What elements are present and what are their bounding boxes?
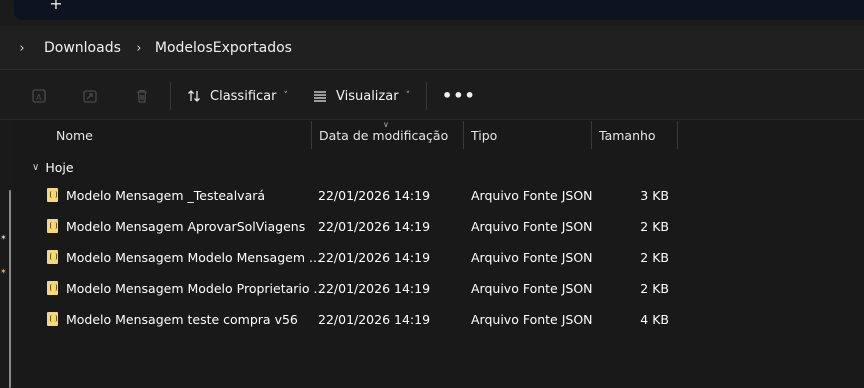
file-date: 22/01/2026 14:19 (318, 219, 431, 234)
file-type: Arquivo Fonte JSON (471, 312, 593, 327)
column-separator[interactable] (591, 121, 592, 149)
file-name: Modelo Mensagem Modelo Proprietario ... (66, 281, 326, 296)
file-date: 22/01/2026 14:19 (318, 281, 431, 296)
breadcrumb-item-current[interactable]: ModelosExportados (155, 40, 292, 56)
address-bar[interactable]: › Downloads › ModelosExportados (0, 26, 864, 70)
toolbar-divider (170, 82, 171, 110)
file-size: 3 KB (640, 188, 669, 203)
command-bar: A Classificar ˅ Visualizar ˅ ••• (0, 70, 864, 120)
column-header-name[interactable]: Nome (56, 121, 93, 151)
column-separator[interactable] (463, 121, 464, 149)
view-label: Visualizar (336, 88, 399, 104)
table-row[interactable]: Modelo Mensagem teste compra v56 22/01/2… (14, 304, 864, 335)
svg-text:A: A (36, 93, 42, 102)
column-header-date[interactable]: Data de modificação (319, 121, 448, 151)
sort-button[interactable]: Classificar ˅ (186, 86, 288, 106)
file-type: Arquivo Fonte JSON (471, 281, 593, 296)
json-file-icon (47, 219, 58, 233)
file-size: 2 KB (640, 281, 669, 296)
file-list: Nome ∨ Data de modificação Tipo Tamanho … (14, 121, 864, 388)
nav-item-icon[interactable]: ✶ (0, 267, 8, 276)
column-separator[interactable] (311, 121, 312, 149)
table-row[interactable]: Modelo Mensagem Modelo Mensagem ... 22/0… (14, 242, 864, 273)
chevron-right-icon[interactable]: › (14, 41, 30, 56)
nav-scrollbar[interactable] (9, 190, 11, 388)
file-size: 4 KB (640, 312, 669, 327)
file-date: 22/01/2026 14:19 (318, 250, 431, 265)
share-icon[interactable] (81, 87, 99, 105)
chevron-right-icon[interactable]: › (131, 41, 147, 56)
more-options-button[interactable]: ••• (442, 86, 476, 106)
table-row[interactable]: Modelo Mensagem AprovarSolViagens 22/01/… (14, 211, 864, 242)
new-tab-button[interactable]: + (48, 0, 64, 12)
tab-strip: + (0, 0, 864, 26)
breadcrumb-item-downloads[interactable]: Downloads (44, 40, 121, 56)
json-file-icon (47, 188, 58, 202)
sort-label: Classificar (210, 88, 277, 104)
delete-icon[interactable] (133, 87, 151, 105)
file-type: Arquivo Fonte JSON (471, 250, 593, 265)
file-date: 22/01/2026 14:19 (318, 188, 431, 203)
chevron-down-icon: ˅ (405, 91, 411, 101)
file-type: Arquivo Fonte JSON (471, 188, 593, 203)
file-name: Modelo Mensagem _Testealvará (66, 188, 266, 203)
file-name: Modelo Mensagem teste compra v56 (66, 312, 298, 327)
breadcrumb: › Downloads › ModelosExportados (14, 38, 302, 58)
column-separator[interactable] (677, 121, 678, 149)
file-size: 2 KB (640, 219, 669, 234)
nav-item-icon[interactable]: ✶ (0, 233, 8, 242)
column-header-size[interactable]: Tamanho (599, 121, 656, 151)
view-lines-icon (314, 91, 326, 102)
json-file-icon (47, 312, 58, 326)
file-date: 22/01/2026 14:19 (318, 312, 431, 327)
table-row[interactable]: Modelo Mensagem _Testealvará 22/01/2026 … (14, 180, 864, 211)
chevron-down-icon: ˅ (283, 91, 288, 101)
toolbar-divider (426, 82, 427, 110)
table-row[interactable]: Modelo Mensagem Modelo Proprietario ... … (14, 273, 864, 304)
navigation-pane[interactable]: ✶ ✶ (0, 121, 14, 388)
json-file-icon (47, 281, 58, 295)
file-name: Modelo Mensagem Modelo Mensagem ... (66, 250, 321, 265)
view-button[interactable]: Visualizar ˅ (312, 86, 410, 106)
file-size: 2 KB (640, 250, 669, 265)
column-header-type[interactable]: Tipo (471, 121, 497, 151)
json-file-icon (47, 250, 58, 264)
tab-bar: + (14, 0, 864, 20)
group-label: Hoje (45, 159, 74, 175)
file-type: Arquivo Fonte JSON (471, 219, 593, 234)
chevron-down-icon: ∨ (32, 161, 40, 173)
file-name: Modelo Mensagem AprovarSolViagens (66, 219, 306, 234)
rename-icon[interactable]: A (30, 87, 48, 105)
group-header-today[interactable]: ∨ Hoje (32, 159, 74, 175)
sort-arrows-icon (188, 90, 200, 102)
